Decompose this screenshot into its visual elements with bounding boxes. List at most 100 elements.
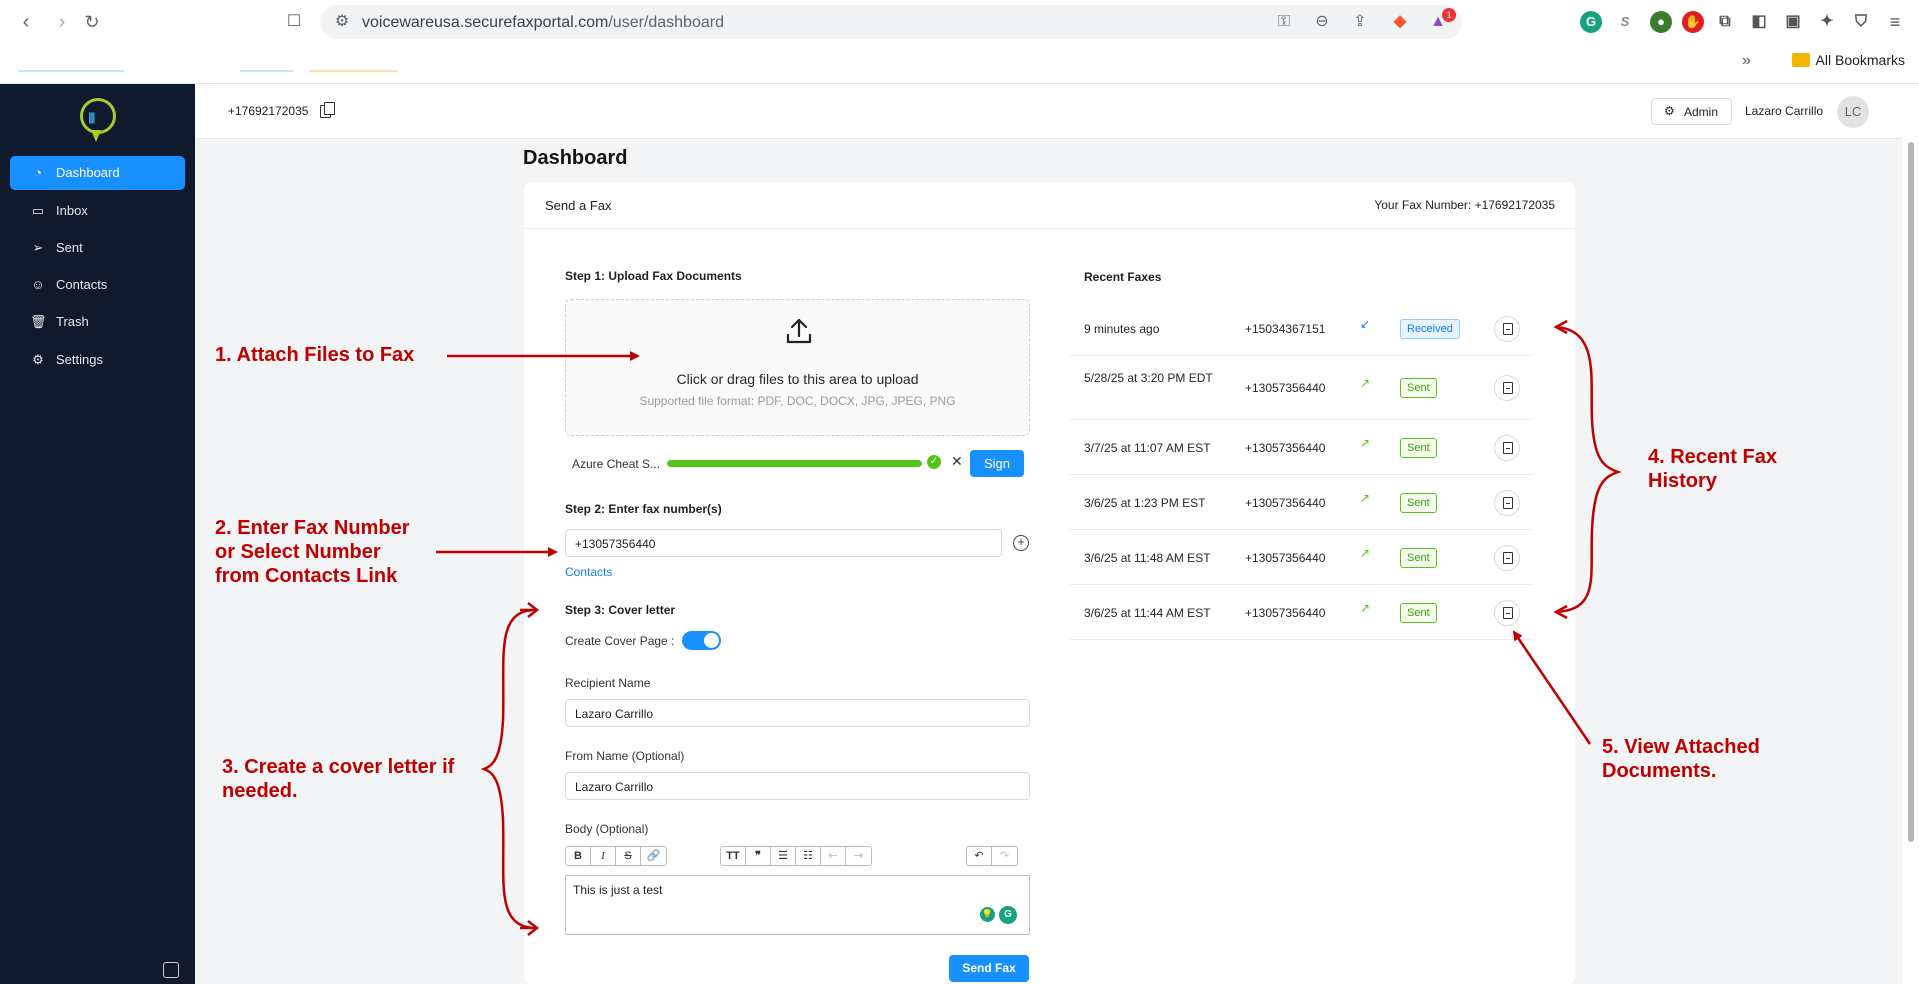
link-icon[interactable]: 🔗 [641, 847, 666, 865]
body-editor[interactable]: This is just a test [565, 875, 1030, 935]
fax-date: 5/28/25 at 3:20 PM EDT [1084, 371, 1213, 385]
undo-icon[interactable]: ↶ [967, 847, 992, 865]
wallet-icon[interactable]: ▣ [1782, 11, 1804, 33]
italic-icon[interactable]: I [591, 847, 616, 865]
view-document-button[interactable] [1494, 316, 1520, 342]
your-fax-number: Your Fax Number: +17692172035 [1374, 198, 1555, 212]
user-name: Lazaro Carrillo [1745, 104, 1824, 118]
view-document-button[interactable] [1494, 545, 1520, 571]
add-number-icon[interactable]: + [1013, 535, 1029, 551]
sidebar-item-contacts[interactable]: ☺ Contacts [10, 268, 185, 302]
sidebar-item-trash[interactable]: 🗑 Trash [10, 305, 185, 339]
sidebar-item-label: Inbox [56, 203, 88, 218]
sidebar-item-label: Contacts [56, 277, 108, 292]
admin-button[interactable]: ⚙ Admin [1651, 98, 1732, 125]
sidebar-item-label: Sent [56, 240, 83, 255]
fax-date: 3/6/25 at 11:48 AM EST [1084, 551, 1211, 565]
fax-number-input[interactable]: +13057356440 [565, 529, 1002, 557]
extensions-icon[interactable]: ⧉ [1714, 11, 1736, 33]
bookmarks-overflow-icon[interactable]: » [1742, 52, 1751, 70]
sidebar-item-sent[interactable]: ➢ Sent [10, 231, 185, 265]
annotation-line: Documents. [1602, 760, 1717, 782]
bold-icon[interactable]: B [566, 847, 591, 865]
collapse-sidebar-icon[interactable] [163, 962, 179, 978]
sign-button[interactable]: Sign [970, 450, 1024, 477]
remove-file-icon[interactable]: ✕ [951, 453, 963, 470]
sidebar-item-settings[interactable]: ⚙ Settings [10, 343, 185, 377]
bookmark-underline [240, 70, 294, 72]
sidebar-toggle-icon[interactable]: ◧ [1748, 11, 1770, 33]
all-bookmarks-label: All Bookmarks [1815, 52, 1905, 68]
grammarly-icon[interactable]: G [999, 906, 1017, 924]
send-fax-button[interactable]: Send Fax [949, 955, 1029, 982]
reload-icon[interactable]: ↻ [80, 10, 104, 34]
outgoing-arrow-icon: ↗ [1360, 601, 1371, 615]
fax-number: +13057356440 [1245, 551, 1326, 565]
key-icon[interactable]: ⚿ [1274, 12, 1294, 32]
status-badge: Sent [1400, 438, 1437, 458]
trash-icon: 🗑 [30, 314, 47, 329]
create-cover-label: Create Cover Page : [565, 634, 675, 648]
check-icon: ✓ [927, 455, 941, 469]
status-badge: Sent [1400, 548, 1437, 568]
fax-number: +15034367151 [1245, 322, 1326, 336]
bulb-icon[interactable]: 💡 [980, 907, 995, 922]
indent-icon[interactable]: ⇥ [846, 847, 871, 865]
site-settings-icon[interactable]: ⚙ [332, 12, 352, 32]
s-ext-icon[interactable]: S [1614, 11, 1636, 33]
cover-page-toggle[interactable] [682, 631, 721, 650]
vpn-shield-icon[interactable]: ⛉ [1850, 11, 1872, 33]
view-document-button[interactable] [1494, 375, 1520, 401]
copy-icon[interactable] [320, 102, 335, 118]
outgoing-arrow-icon: ↗ [1360, 436, 1371, 450]
fax-date: 3/6/25 at 1:23 PM EST [1084, 496, 1206, 510]
annotation-line: 3. Create a cover letter if [222, 756, 455, 778]
url-text: voicewareusa.securefaxportal.com/user/da… [362, 14, 724, 32]
quote-icon[interactable]: ❞ [746, 847, 771, 865]
sidebar-item-dashboard[interactable]: ◔ Dashboard [10, 156, 185, 190]
from-name-input[interactable]: Lazaro Carrillo [565, 772, 1030, 800]
heading-icon[interactable]: TT [721, 847, 746, 865]
grammarly-ext-icon[interactable]: G [1580, 11, 1602, 33]
chrome-ext-icon[interactable]: ● [1650, 11, 1672, 33]
outdent-icon[interactable]: ⇤ [821, 847, 846, 865]
view-document-button[interactable] [1494, 490, 1520, 516]
zoom-icon[interactable]: ⊖ [1312, 12, 1332, 32]
share-icon[interactable]: ⇪ [1350, 12, 1370, 32]
forward-icon[interactable]: › [50, 10, 74, 34]
recent-fax-row: 9 minutes ago +15034367151 ↙ Received [1070, 302, 1534, 356]
scrollbar-thumb[interactable] [1908, 142, 1914, 842]
redo-icon[interactable]: ↷ [992, 847, 1017, 865]
sidebar-item-inbox[interactable]: ▭ Inbox [10, 194, 185, 228]
header-fax-number: +17692172035 [228, 104, 309, 118]
adblock-ext-icon[interactable]: ✋ [1682, 11, 1704, 33]
view-document-button[interactable] [1494, 435, 1520, 461]
app-header: +17692172035 ⚙ Admin Lazaro Carrillo LC [195, 84, 1902, 139]
step1-title: Step 1: Upload Fax Documents [565, 269, 742, 283]
body-label: Body (Optional) [565, 822, 649, 836]
view-document-button[interactable] [1494, 600, 1520, 626]
leo-ai-icon[interactable]: ✦ [1816, 11, 1838, 33]
fax-number: +13057356440 [1245, 606, 1326, 620]
fax-date: 3/7/25 at 11:07 AM EST [1084, 441, 1211, 455]
avatar[interactable]: LC [1837, 96, 1869, 128]
back-icon[interactable]: ‹ [14, 10, 38, 34]
numbered-list-icon[interactable]: ☷ [796, 847, 821, 865]
menu-icon[interactable]: ≡ [1884, 11, 1906, 33]
recipient-name-input[interactable]: Lazaro Carrillo [565, 699, 1030, 727]
address-bar[interactable]: ⚙ voicewareusa.securefaxportal.com/user/… [320, 5, 1462, 39]
card-header: Send a Fax Your Fax Number: +17692172035 [524, 182, 1575, 229]
pdf-file-icon [1503, 323, 1513, 335]
upload-dropzone[interactable]: Click or drag files to this area to uplo… [565, 299, 1030, 436]
bullet-list-icon[interactable]: ☰ [771, 847, 796, 865]
contacts-link[interactable]: Contacts [565, 565, 612, 579]
app-logo-tail [91, 130, 101, 142]
brave-shield-icon[interactable]: ◆ [1390, 12, 1410, 32]
annotation-line: or Select Number [215, 541, 381, 563]
all-bookmarks[interactable]: All Bookmarks [1791, 52, 1905, 68]
strikethrough-icon[interactable]: S [616, 847, 641, 865]
annotation-view-docs: 5. View Attached Documents. [1602, 735, 1760, 783]
outgoing-arrow-icon: ↗ [1360, 376, 1371, 390]
annotation-line: 2. Enter Fax Number [215, 517, 410, 539]
bookmark-icon[interactable]: ☐ [282, 10, 306, 34]
